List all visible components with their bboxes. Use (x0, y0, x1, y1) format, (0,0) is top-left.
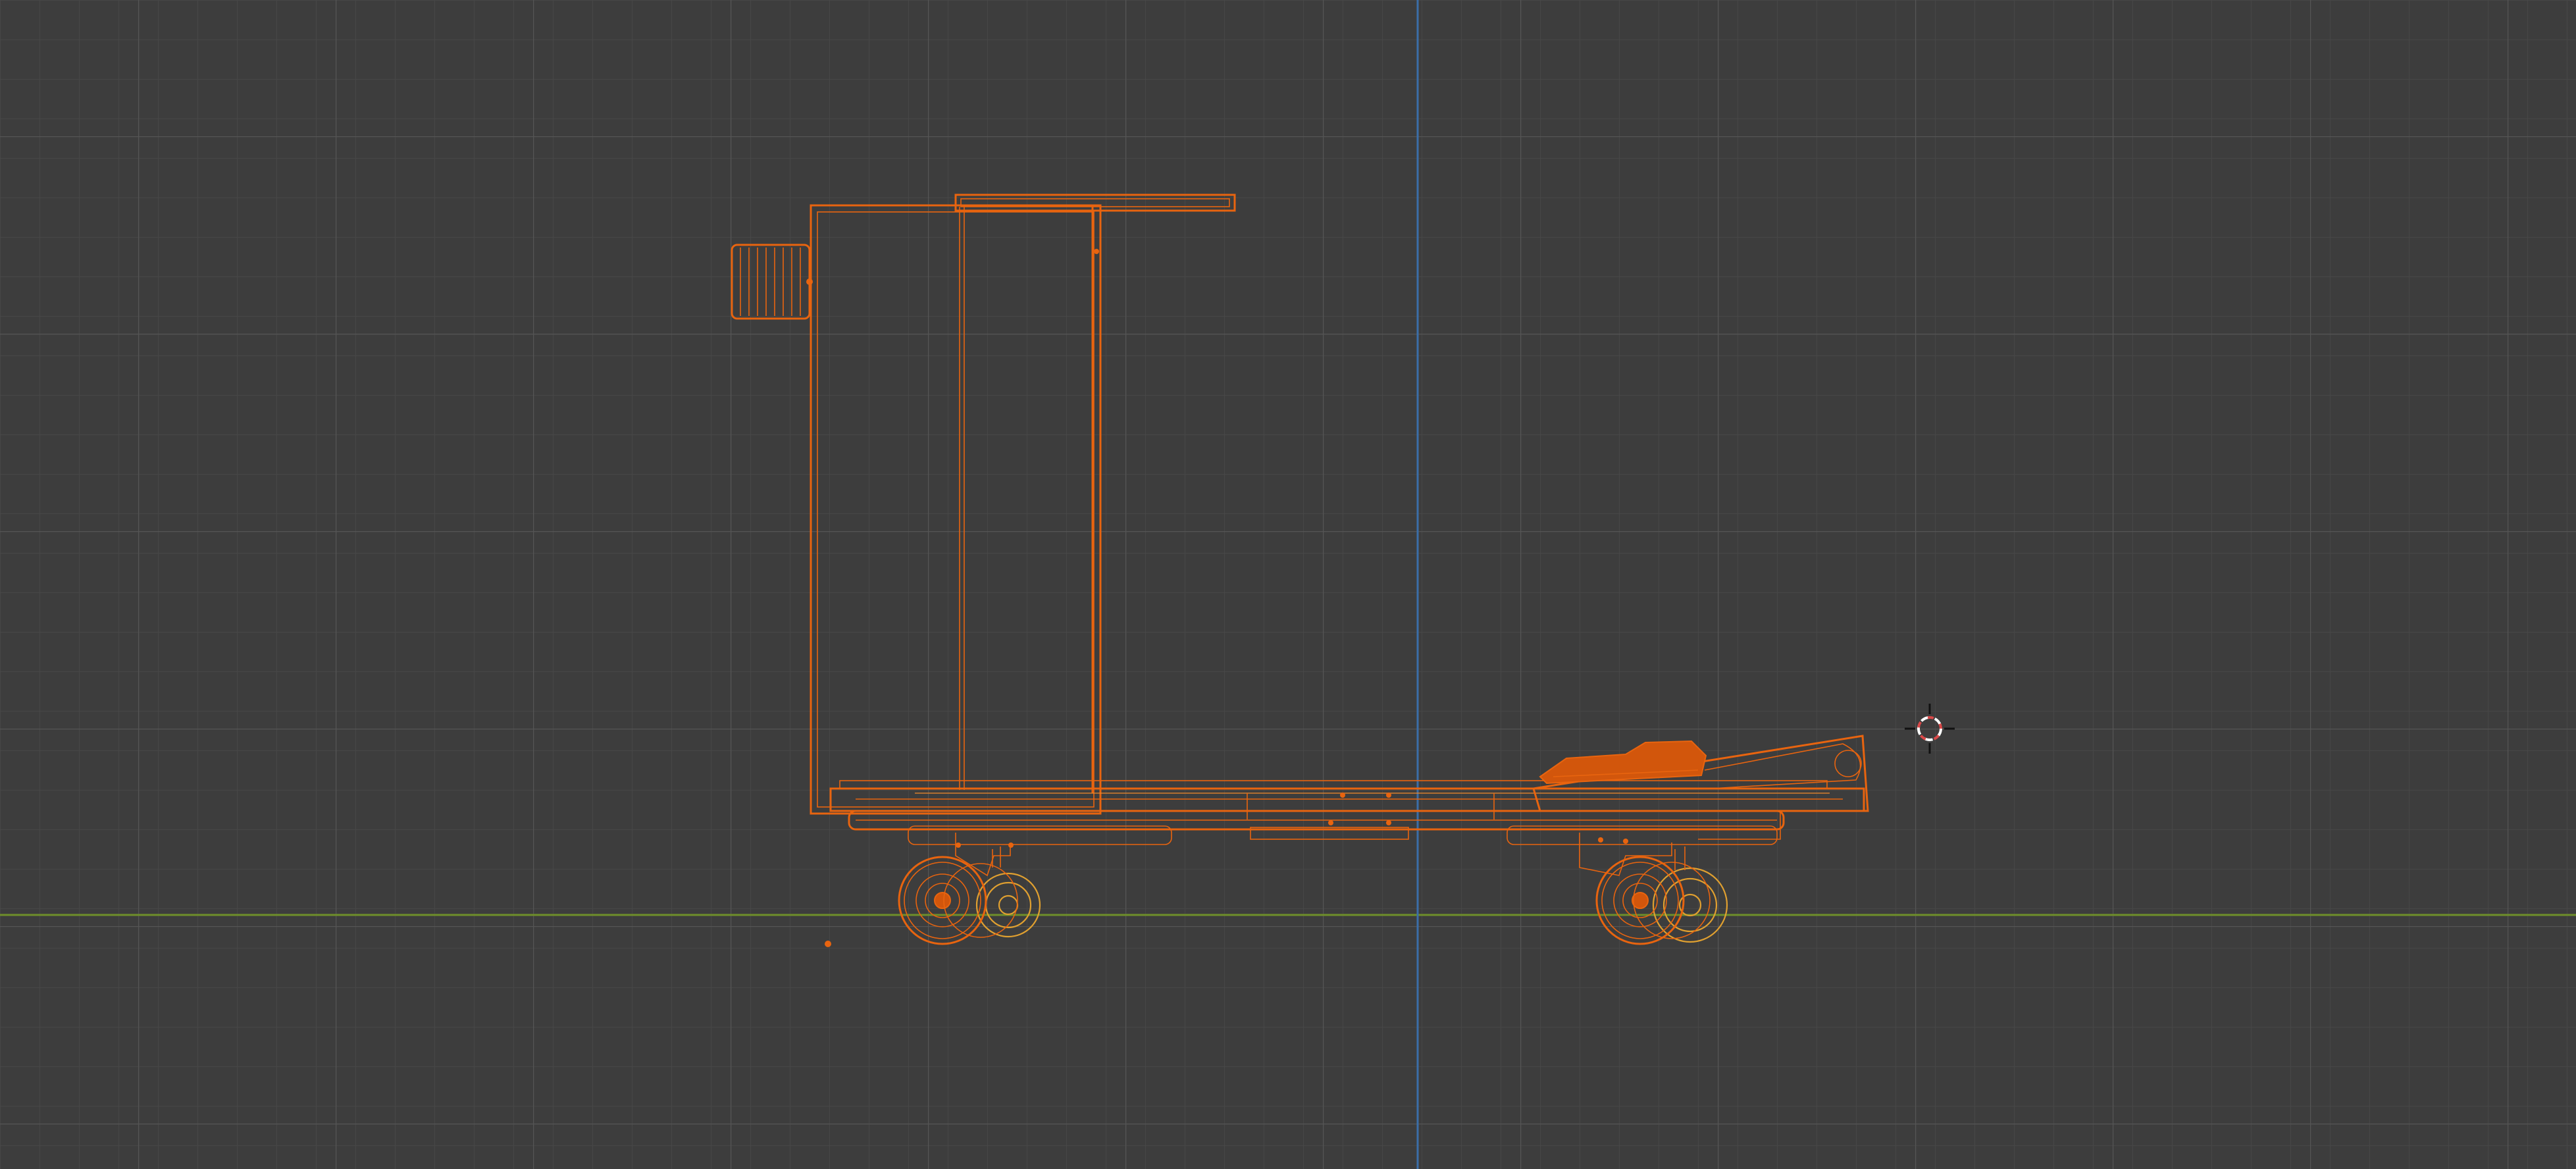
grid-major (0, 0, 2576, 1169)
origin-dot[interactable] (825, 941, 831, 947)
3d-viewport[interactable] (0, 0, 2576, 1169)
